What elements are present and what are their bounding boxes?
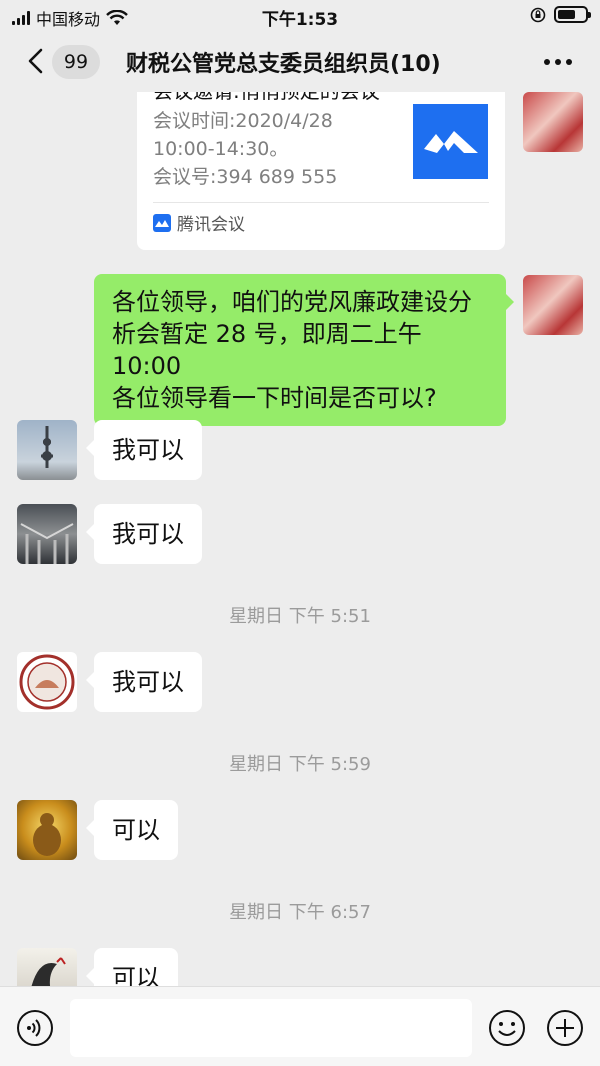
timestamp: 星期日 下午 5:59 <box>229 754 371 775</box>
member-avatar[interactable] <box>17 420 77 480</box>
more-options-icon[interactable] <box>544 59 572 65</box>
voice-input-icon[interactable] <box>16 1009 54 1047</box>
meeting-time-range: 10:00-14:30。 <box>153 138 289 160</box>
status-time: 下午1:53 <box>261 10 339 30</box>
self-avatar[interactable] <box>523 92 583 152</box>
member-avatar[interactable] <box>17 504 77 564</box>
message-text: 我可以 <box>112 520 184 548</box>
tencent-meeting-small-icon <box>153 213 171 232</box>
message-line: 各位领导看一下时间是否可以? <box>112 384 437 412</box>
meeting-source-label: 腾讯会议 <box>177 215 245 235</box>
incoming-message-bubble[interactable]: 可以 <box>86 800 178 860</box>
battery-icon <box>554 6 591 23</box>
tencent-meeting-logo-icon <box>413 104 488 179</box>
member-avatar[interactable] <box>17 800 77 860</box>
outgoing-message-bubble[interactable]: 各位领导，咱们的党风廉政建设分 析会暂定 28 号，即周二上午 10:00 各位… <box>94 274 514 426</box>
meeting-source: 腾讯会议 <box>153 210 245 235</box>
message-text: 可以 <box>112 816 160 844</box>
emoji-icon[interactable] <box>488 1009 526 1047</box>
chat-header: 99 财税公管党总支委员组织员(10) <box>0 32 600 92</box>
message-line: 各位领导，咱们的党风廉政建设分 <box>112 288 472 316</box>
orientation-lock-icon <box>530 7 546 22</box>
unread-count-badge[interactable]: 99 <box>52 45 100 79</box>
message-list[interactable]: 会议邀请:悄悄预定的会议 会议时间:2020/4/28 10:00-14:30。… <box>0 92 600 986</box>
incoming-message-bubble[interactable]: 我可以 <box>86 504 202 564</box>
message-line: 析会暂定 28 号，即周二上午 10:00 <box>112 320 422 380</box>
meeting-id: 会议号:394 689 555 <box>153 166 338 188</box>
incoming-message-bubble[interactable]: 我可以 <box>86 420 202 480</box>
timestamp: 星期日 下午 6:57 <box>229 902 371 923</box>
status-right <box>530 6 591 23</box>
incoming-message-bubble[interactable]: 我可以 <box>86 652 202 712</box>
message-input-bar <box>0 986 600 1066</box>
self-avatar[interactable] <box>523 275 583 335</box>
back-arrow-icon[interactable] <box>22 46 52 76</box>
battery-level <box>558 10 575 19</box>
message-text: 我可以 <box>112 668 184 696</box>
plus-icon[interactable] <box>546 1009 584 1047</box>
member-avatar[interactable] <box>17 652 77 712</box>
member-avatar[interactable] <box>17 948 77 986</box>
message-text: 我可以 <box>112 436 184 464</box>
meeting-time-label: 会议时间:2020/4/28 <box>153 110 333 132</box>
message-text: 可以 <box>112 964 160 986</box>
meeting-invite-card[interactable]: 会议邀请:悄悄预定的会议 会议时间:2020/4/28 10:00-14:30。… <box>137 92 505 250</box>
meeting-card-title: 会议邀请:悄悄预定的会议 <box>153 92 380 102</box>
incoming-message-bubble[interactable]: 可以 <box>86 948 178 986</box>
status-bar: 中国移动 下午1:53 <box>0 0 600 32</box>
message-text-input[interactable] <box>70 999 472 1057</box>
chat-title: 财税公管党总支委员组织员(10) <box>126 52 441 77</box>
card-divider <box>153 202 489 203</box>
timestamp: 星期日 下午 5:51 <box>229 606 371 627</box>
